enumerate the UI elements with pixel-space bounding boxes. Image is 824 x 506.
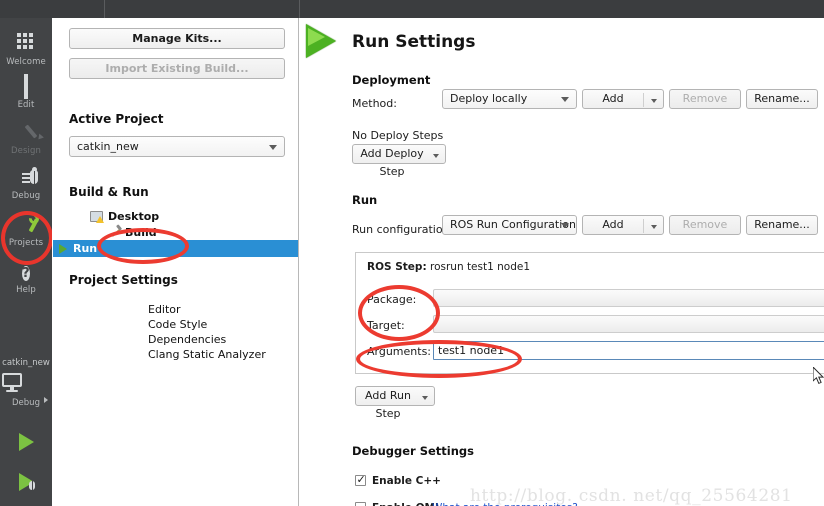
sidebar-item-edit-label: Edit (17, 100, 35, 110)
sidebar-item-welcome-label: Welcome (6, 57, 46, 67)
bug-icon (0, 167, 52, 189)
sidebar-item-projects[interactable]: Projects (0, 206, 52, 254)
mode-selector-rail: Welcome Edit Design Debug Projects ? Hel… (0, 18, 53, 506)
rail-active-project-name: catkin_new (2, 358, 50, 368)
enable-cpp-label: Enable C++ (372, 475, 441, 487)
add-deploy-step-button[interactable]: Add Deploy Step (352, 144, 446, 178)
title-bar (0, 0, 824, 18)
build-and-run-heading: Build & Run (69, 185, 149, 199)
button-separator (643, 219, 644, 233)
run-configuration-label: Run configuration: (352, 223, 454, 236)
watermark-text: http://blog. csdn. net/qq_25564281 (470, 486, 793, 506)
sidebar-item-design-label: Design (11, 146, 41, 156)
warning-icon (96, 216, 104, 223)
add-deploy-step-label: Add Deploy Step (360, 147, 424, 178)
debugger-settings-heading: Debugger Settings (352, 444, 474, 458)
run-add-button[interactable]: Add (582, 215, 664, 235)
deployment-add-label: Add (602, 92, 624, 105)
kit-selector-button[interactable]: Debug (0, 373, 52, 408)
deployment-remove-button: Remove (669, 89, 741, 109)
package-input[interactable] (433, 289, 824, 307)
run-settings-pane: Run Settings Deployment Method: Deploy l… (300, 18, 824, 506)
hammer-icon (110, 226, 122, 238)
ros-step-title-value: rosrun test1 node1 (430, 261, 531, 273)
chevron-down-icon (561, 223, 569, 228)
tree-item-desktop[interactable]: Desktop (108, 210, 159, 223)
app-window: Welcome Edit Design Debug Projects ? Hel… (0, 0, 824, 506)
ros-step-title: ROS Step: rosrun test1 node1 (367, 261, 530, 273)
question-circle-icon: ? (22, 266, 30, 281)
manage-kits-button[interactable]: Manage Kits... (69, 28, 285, 49)
active-project-value: catkin_new (77, 140, 139, 153)
sidebar-item-debug[interactable]: Debug (0, 159, 52, 207)
arguments-label: Arguments: (367, 345, 432, 358)
tree-item-build[interactable]: Build (125, 226, 157, 239)
mouse-cursor (813, 367, 824, 385)
run-rename-button[interactable]: Rename... (746, 215, 818, 235)
title-bar-seam-left (104, 0, 105, 18)
chevron-down-icon (651, 225, 657, 229)
sidebar-item-design: Design (0, 114, 52, 162)
deployment-add-button[interactable]: Add (582, 89, 664, 109)
page-title: Run Settings (352, 32, 476, 52)
project-settings-panel: Manage Kits... Import Existing Build... … (52, 18, 299, 506)
active-project-heading: Active Project (69, 112, 164, 126)
add-run-step-label: Add Run Step (365, 389, 411, 420)
document-icon (0, 74, 52, 99)
deployment-heading: Deployment (352, 73, 431, 87)
enable-cpp-checkbox[interactable] (355, 473, 366, 487)
run-heading: Run (352, 193, 378, 207)
chevron-right-icon (44, 397, 48, 403)
chevron-down-icon (269, 144, 277, 150)
button-separator (643, 93, 644, 107)
run-add-label: Add (602, 218, 624, 231)
add-run-step-button[interactable]: Add Run Step (355, 386, 435, 420)
enable-qml-checkbox[interactable] (355, 502, 366, 506)
import-existing-build-button[interactable]: Import Existing Build... (69, 58, 285, 79)
sidebar-item-projects-label: Projects (8, 238, 44, 248)
deployment-method-value: Deploy locally (450, 92, 528, 105)
arguments-input[interactable]: test1 node1 (433, 341, 824, 360)
play-icon-highlight (308, 28, 325, 46)
tree-item-run[interactable]: Run (53, 240, 298, 257)
deployment-method-label: Method: (352, 97, 397, 110)
deployment-method-select[interactable]: Deploy locally (442, 89, 577, 109)
tree-item-run-label: Run (73, 242, 98, 255)
sidebar-item-edit[interactable]: Edit (0, 68, 52, 116)
chevron-down-icon (561, 97, 569, 102)
chevron-down-icon (422, 396, 428, 400)
wrench-icon (0, 212, 52, 236)
sidebar-item-debug-label: Debug (11, 191, 41, 201)
ros-step-group: ROS Step: rosrun test1 node1 Package: Ta… (355, 252, 824, 374)
target-label: Target: (367, 319, 405, 332)
ros-step-title-prefix: ROS Step: (367, 261, 427, 273)
debug-button[interactable] (0, 473, 52, 491)
pencil-icon (0, 122, 52, 144)
run-configuration-value: ROS Run Configuration (450, 218, 576, 231)
grid-icon (0, 33, 52, 55)
sidebar-item-welcome[interactable]: Welcome (0, 22, 52, 73)
play-icon (59, 244, 67, 254)
monitor-icon (0, 373, 52, 395)
chevron-down-icon (651, 99, 657, 103)
deployment-rename-button[interactable]: Rename... (746, 89, 818, 109)
run-button[interactable] (0, 433, 52, 451)
sidebar-item-help[interactable]: ? Help (0, 253, 52, 301)
play-icon (18, 433, 34, 451)
run-remove-button: Remove (669, 215, 741, 235)
no-deploy-steps-label: No Deploy Steps (352, 129, 444, 142)
target-input[interactable] (433, 315, 824, 333)
active-project-select[interactable]: catkin_new (69, 136, 285, 157)
sidebar-item-help-label: Help (16, 285, 36, 295)
title-bar-seam-right (299, 0, 300, 18)
chevron-down-icon (433, 154, 439, 158)
run-configuration-select[interactable]: ROS Run Configuration (442, 215, 577, 235)
package-label: Package: (367, 293, 417, 306)
